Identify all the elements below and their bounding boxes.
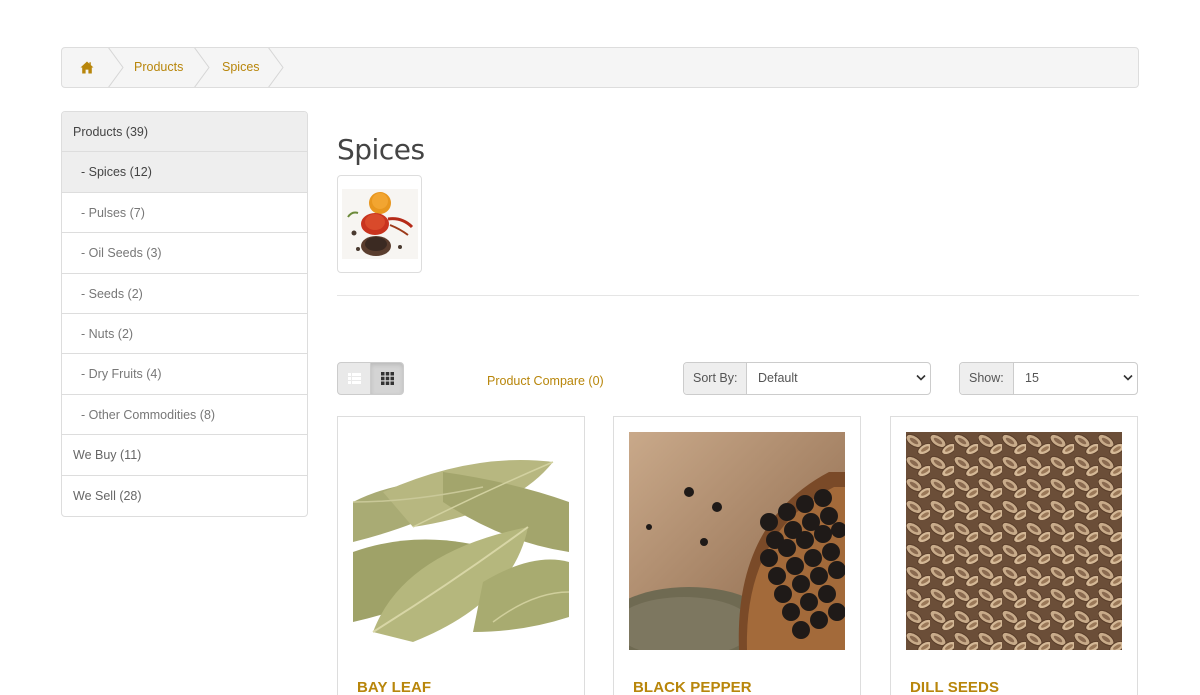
sidebar-item-pulses[interactable]: - Pulses (7) [62, 193, 307, 234]
breadcrumb: Products Spices [61, 47, 1139, 88]
show-count-select[interactable]: 15 [1025, 363, 1039, 394]
sidebar-item-other-commodities[interactable]: - Other Commodities (8) [62, 395, 307, 436]
category-thumbnail[interactable] [337, 175, 422, 273]
dill-seeds-image [906, 432, 1122, 650]
sort-by-group: Sort By: Default [683, 362, 931, 395]
sidebar-item-oil-seeds[interactable]: - Oil Seeds (3) [62, 233, 307, 274]
show-label: Show: [960, 363, 1014, 394]
bay-leaf-image [353, 432, 569, 650]
grid-view-icon [381, 372, 394, 385]
category-sidebar: Products (39) - Spices (12) - Pulses (7)… [61, 111, 308, 517]
page-title: Spices [337, 133, 425, 166]
spices-category-image [342, 189, 418, 259]
product-name-link[interactable]: BLACK PEPPER [633, 679, 752, 695]
sidebar-item-nuts[interactable]: - Nuts (2) [62, 314, 307, 355]
sidebar-item-products[interactable]: Products (39) [62, 112, 307, 153]
sort-by-select[interactable]: Default [758, 363, 798, 394]
product-card: BAY LEAF [337, 416, 585, 695]
breadcrumb-spices-link[interactable]: Spices [222, 48, 260, 87]
sidebar-item-spices[interactable]: - Spices (12) [62, 152, 307, 193]
product-image-link[interactable] [629, 432, 845, 650]
product-image-link[interactable] [353, 432, 569, 650]
home-icon [80, 61, 94, 74]
sidebar-item-dry-fruits[interactable]: - Dry Fruits (4) [62, 354, 307, 395]
product-compare-link[interactable]: Product Compare (0) [487, 374, 604, 388]
breadcrumb-products-link[interactable]: Products [134, 48, 183, 87]
sidebar-item-seeds[interactable]: - Seeds (2) [62, 274, 307, 314]
sort-by-label: Sort By: [684, 363, 748, 394]
product-image-link[interactable] [906, 432, 1122, 650]
list-view-button[interactable] [337, 362, 371, 395]
view-toggle [337, 362, 404, 395]
sidebar-item-we-buy[interactable]: We Buy (11) [62, 435, 307, 476]
product-card: DILL SEEDS [890, 416, 1138, 695]
black-pepper-image [629, 432, 845, 650]
product-card: BLACK PEPPER [613, 416, 861, 695]
sidebar-item-we-sell[interactable]: We Sell (28) [62, 476, 307, 516]
show-count-group: Show: 15 [959, 362, 1138, 395]
chevron-down-icon [1123, 374, 1133, 381]
chevron-down-icon [916, 374, 926, 381]
product-name-link[interactable]: DILL SEEDS [910, 679, 999, 695]
breadcrumb-home-link[interactable] [80, 48, 96, 87]
list-view-icon [348, 373, 361, 384]
product-name-link[interactable]: BAY LEAF [357, 679, 431, 695]
section-divider [337, 295, 1139, 296]
grid-view-button[interactable] [370, 362, 404, 395]
